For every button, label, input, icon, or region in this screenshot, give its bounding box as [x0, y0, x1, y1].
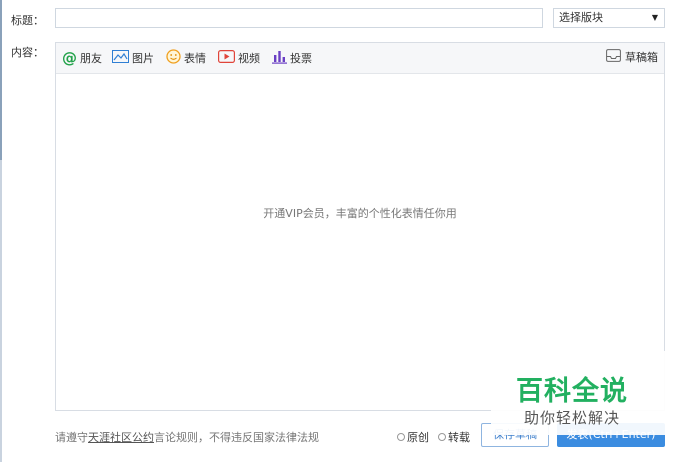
radio-circle-icon [397, 433, 405, 441]
chevron-down-icon: ▼ [651, 13, 658, 22]
toolbar-drafts-button[interactable]: 草稿箱 [606, 49, 658, 65]
watermark-title: 百科全说 [516, 376, 628, 407]
toolbar-friends-label: 朋友 [80, 52, 102, 65]
watermark-subtitle: 助你轻松解决 [524, 409, 621, 427]
repost-radio-label: 转载 [448, 431, 470, 444]
toolbar-emoji-label: 表情 [184, 52, 206, 65]
toolbar-vote-button[interactable]: 投票 [272, 49, 312, 67]
toolbar-friends-button[interactable]: @ 朋友 [62, 49, 102, 67]
original-radio[interactable]: 原创 [397, 429, 429, 445]
title-label: 标题： [11, 14, 44, 27]
toolbar-video-label: 视频 [238, 52, 260, 65]
inbox-icon [606, 49, 621, 65]
toolbar-emoji-button[interactable]: 表情 [166, 49, 206, 67]
editor-vip-hint: 开通VIP会员，丰富的个性化表情任你用 [263, 207, 457, 220]
board-select[interactable]: 选择版块 ▼ [553, 8, 665, 28]
radio-circle-icon [438, 433, 446, 441]
repost-radio[interactable]: 转载 [438, 429, 470, 445]
page-left-border-accent [0, 0, 2, 160]
original-radio-label: 原创 [407, 431, 429, 444]
title-input[interactable] [55, 8, 543, 28]
toolbar-images-label: 图片 [132, 52, 154, 65]
at-icon: @ [62, 49, 77, 67]
rules-link[interactable]: 天涯社区公约 [88, 431, 154, 444]
bar-chart-icon [272, 50, 287, 67]
toolbar-images-button[interactable]: 图片 [112, 49, 154, 67]
rules-prefix: 请遵守 [55, 431, 88, 444]
rules-notice: 请遵守天涯社区公约言论规则，不得违反国家法律法规 [55, 429, 319, 445]
content-label: 内容： [11, 46, 44, 59]
rules-suffix: 言论规则，不得违反国家法律法规 [154, 431, 319, 444]
toolbar-drafts-label: 草稿箱 [625, 51, 658, 64]
watermark-logo: 百科全说 助你轻松解决 [491, 351, 667, 435]
toolbar-video-button[interactable]: 视频 [218, 49, 260, 67]
editor-toolbar: @ 朋友 图片 表情 视频 投票 草稿箱 [56, 43, 664, 74]
video-icon [218, 50, 236, 66]
board-select-value: 选择版块 [559, 11, 603, 24]
image-icon [112, 50, 129, 66]
toolbar-vote-label: 投票 [290, 52, 312, 65]
smiley-icon [166, 49, 181, 67]
